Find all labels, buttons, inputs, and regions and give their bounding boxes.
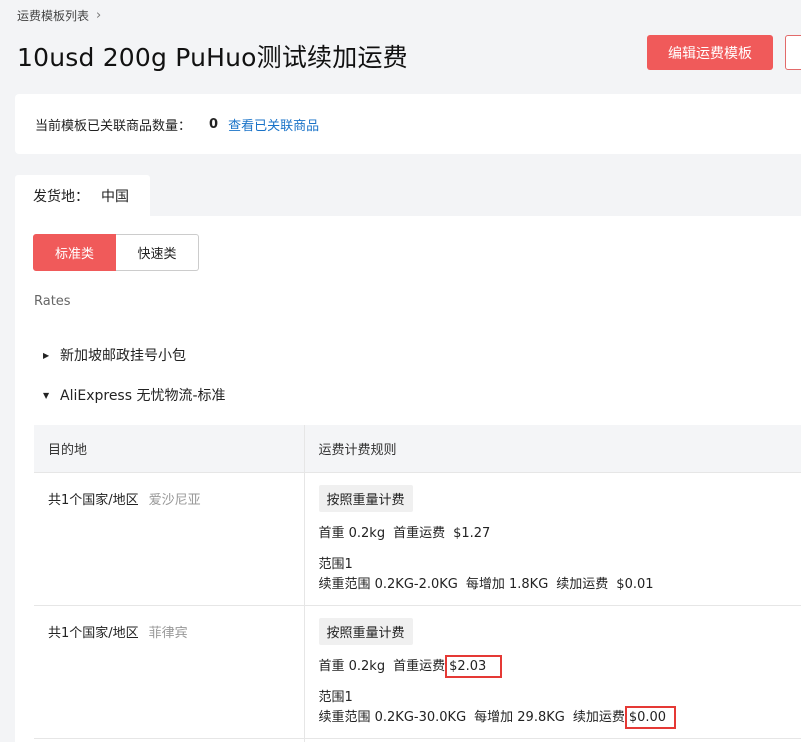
carrier-name: 新加坡邮政挂号小包 [60, 348, 186, 364]
first-fee-label: 首重运费 [393, 525, 446, 541]
range-scope: 续重范围 0.2KG-2.0KG [318, 576, 458, 592]
destination-count: 共1个国家/地区 [48, 625, 139, 641]
table-header-row: 目的地 运费计费规则 [34, 425, 801, 473]
rates-label: Rates [34, 294, 71, 309]
linked-count-label: 当前模板已关联商品数量： [35, 118, 192, 134]
destination-country: 爱沙尼亚 [148, 492, 201, 508]
range-step: 每增加 29.8KG [474, 709, 565, 725]
caret-down-icon: ▼ [43, 390, 50, 400]
destination-country: 菲律宾 [148, 625, 188, 641]
carrier-item[interactable]: ▶ 新加坡邮政挂号小包 [43, 345, 186, 365]
extra-fee-highlighted: $0.00 [624, 705, 677, 729]
range-scope: 续重范围 0.2KG-30.0KG [318, 709, 467, 725]
summary-card: 当前模板已关联商品数量： 0 查看已关联商品 [15, 94, 801, 154]
rates-panel: 标准类 快速类 Rates ▶ 新加坡邮政挂号小包 ▼ AliExpress 无… [15, 216, 801, 742]
carrier-item[interactable]: ▼ AliExpress 无忧物流-标准 [43, 385, 226, 405]
range-block: 范围1 续重范围 0.2KG-2.0KG 每增加 1.8KG 续加运费 $0.01 [319, 555, 801, 595]
first-fee: $1.27 [453, 525, 491, 541]
first-weight-line: 首重 0.2kg 首重运费 $2.03 [318, 654, 801, 678]
chevron-right-icon: › [96, 8, 102, 23]
breadcrumb-link[interactable]: 运费模板列表 [17, 7, 89, 24]
rule-cell [304, 738, 801, 742]
edit-template-button[interactable]: 编辑运费模板 [647, 35, 773, 70]
destination-count: 共1个国家/地区 [48, 492, 139, 508]
caret-right-icon: ▶ [43, 350, 50, 360]
extra-fee-label: 续加运费 [572, 709, 625, 725]
breadcrumb[interactable]: 运费模板列表 › [17, 7, 101, 24]
express-type-button[interactable]: 快速类 [116, 234, 199, 271]
origin-value: 中国 [101, 189, 129, 205]
first-weight: 首重 0.2kg [318, 525, 386, 541]
standard-type-button[interactable]: 标准类 [33, 234, 116, 271]
page-title: 10usd 200g PuHuo测试续加运费 [17, 43, 408, 72]
range-title: 范围1 [318, 556, 353, 572]
range-step: 每增加 1.8KG [465, 576, 549, 592]
first-weight: 首重 0.2kg [318, 658, 386, 674]
range-block: 范围1 续重范围 0.2KG-30.0KG 每增加 29.8KG 续加运费 $0.00 [318, 688, 801, 729]
shipping-type-toggle: 标准类 快速类 [33, 234, 199, 271]
destination-cell [34, 738, 305, 742]
table-row: 共1个国家/地区 菲律宾 按照重量计费 首重 0.2kg 首重运费 $2.03 范围1… [34, 605, 801, 739]
view-linked-products-link[interactable]: 查看已关联商品 [228, 115, 319, 134]
linked-count: 0 [209, 116, 219, 132]
destination-cell: 共1个国家/地区 爱沙尼亚 [34, 472, 305, 606]
origin-tabs: 发货地： 中国 [15, 175, 150, 217]
origin-label: 发货地： [33, 189, 89, 205]
first-fee-label: 首重运费 [393, 658, 446, 674]
rule-cell: 按照重量计费 首重 0.2kg 首重运费 $1.27 范围1 续重范围 0.2KG-… [304, 472, 801, 606]
carrier-name: AliExpress 无忧物流-标准 [60, 388, 226, 404]
extra-fee-label: 续加运费 [556, 576, 609, 592]
table-row [34, 738, 801, 742]
rates-table: 目的地 运费计费规则 共1个国家/地区 爱沙尼亚 按照重量计费 首重 0.2kg 首… [34, 425, 801, 742]
range-title: 范围1 [318, 689, 353, 705]
billing-method-tag: 按照重量计费 [318, 617, 413, 645]
rule-cell: 按照重量计费 首重 0.2kg 首重运费 $2.03 范围1 续重范围 0.2KG-… [304, 605, 801, 739]
secondary-button[interactable] [785, 35, 801, 70]
tab-origin-china[interactable]: 发货地： 中国 [15, 175, 150, 217]
destination-header: 目的地 [34, 425, 305, 473]
extra-fee: $0.01 [616, 576, 654, 592]
rule-header: 运费计费规则 [304, 425, 801, 473]
table-row: 共1个国家/地区 爱沙尼亚 按照重量计费 首重 0.2kg 首重运费 $1.27 范围… [34, 472, 801, 606]
destination-cell: 共1个国家/地区 菲律宾 [34, 605, 305, 739]
billing-method-tag: 按照重量计费 [318, 484, 413, 512]
first-weight-line: 首重 0.2kg 首重运费 $1.27 [319, 522, 801, 541]
first-fee-highlighted: $2.03 [445, 654, 503, 678]
